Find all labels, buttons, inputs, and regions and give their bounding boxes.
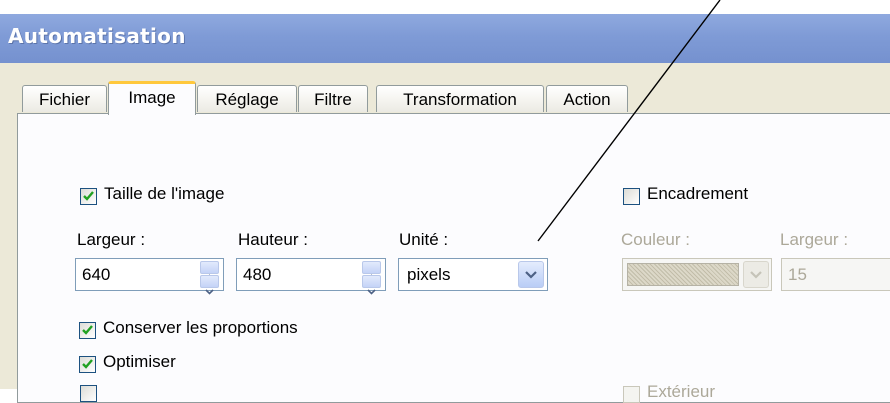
keep-proportions-label: Conserver les proportions	[103, 318, 298, 337]
tab-label: Action	[563, 90, 611, 109]
image-size-label: Taille de l'image	[104, 184, 225, 203]
width-spinner[interactable]	[200, 261, 219, 295]
frame-label: Encadrement	[647, 184, 749, 203]
tab-label: Réglage	[215, 90, 279, 109]
checkmark-icon	[82, 359, 93, 369]
color-swatch	[627, 263, 739, 286]
optimize-checkbox[interactable]	[79, 356, 96, 373]
image-size-checkbox[interactable]	[80, 188, 97, 205]
width-label: Largeur :	[77, 230, 146, 249]
frame-width-value: 15	[788, 265, 807, 284]
spin-up-icon[interactable]	[362, 261, 381, 280]
checkmark-icon	[83, 191, 94, 201]
width-value: 640	[82, 265, 111, 284]
tab-label: Transformation	[403, 90, 517, 109]
spin-up-icon[interactable]	[200, 261, 219, 280]
height-label: Hauteur :	[238, 230, 308, 249]
tab-reglage[interactable]: Réglage	[197, 85, 297, 112]
chevron-down-icon[interactable]	[743, 261, 769, 288]
tab-action[interactable]: Action	[546, 85, 628, 112]
tab-transformation[interactable]: Transformation	[376, 85, 544, 112]
title-bar: Automatisation	[0, 14, 890, 63]
tab-image[interactable]: Image	[108, 81, 196, 115]
tab-label: Filtre	[314, 90, 352, 109]
unit-value: pixels	[407, 265, 451, 284]
tab-label: Fichier	[38, 90, 90, 109]
frame-width-input[interactable]: 15	[781, 258, 890, 291]
chevron-down-icon[interactable]	[518, 261, 544, 288]
height-value: 480	[243, 265, 272, 284]
frame-color-label: Couleur :	[621, 230, 690, 249]
spin-down-icon[interactable]	[200, 275, 219, 295]
tab-label: Image	[128, 88, 176, 107]
unit-label: Unité :	[399, 230, 449, 249]
window-title: Automatisation	[8, 24, 186, 48]
tab-filtre[interactable]: Filtre	[298, 85, 368, 112]
frame-checkbox[interactable]	[623, 188, 640, 205]
width-input[interactable]: 640	[75, 258, 224, 295]
keep-proportions-checkbox[interactable]	[80, 385, 97, 402]
tab-fichier[interactable]: Fichier	[22, 85, 107, 112]
frame-width-label: Largeur :	[780, 230, 849, 249]
optimize-label: Optimiser	[103, 352, 176, 371]
checkmark-icon	[82, 325, 93, 335]
spin-down-icon[interactable]	[362, 275, 381, 295]
frame-color-picker[interactable]	[622, 258, 772, 291]
height-input[interactable]: 480	[236, 258, 386, 295]
exterior-label: Extérieur	[647, 382, 716, 401]
height-spinner[interactable]	[362, 261, 381, 295]
dialog-window: Fichier Image Réglage Filtre Transformat…	[0, 63, 890, 403]
unit-select[interactable]: pixels	[398, 258, 548, 291]
keep-proportions-checkbox[interactable]	[79, 322, 96, 339]
